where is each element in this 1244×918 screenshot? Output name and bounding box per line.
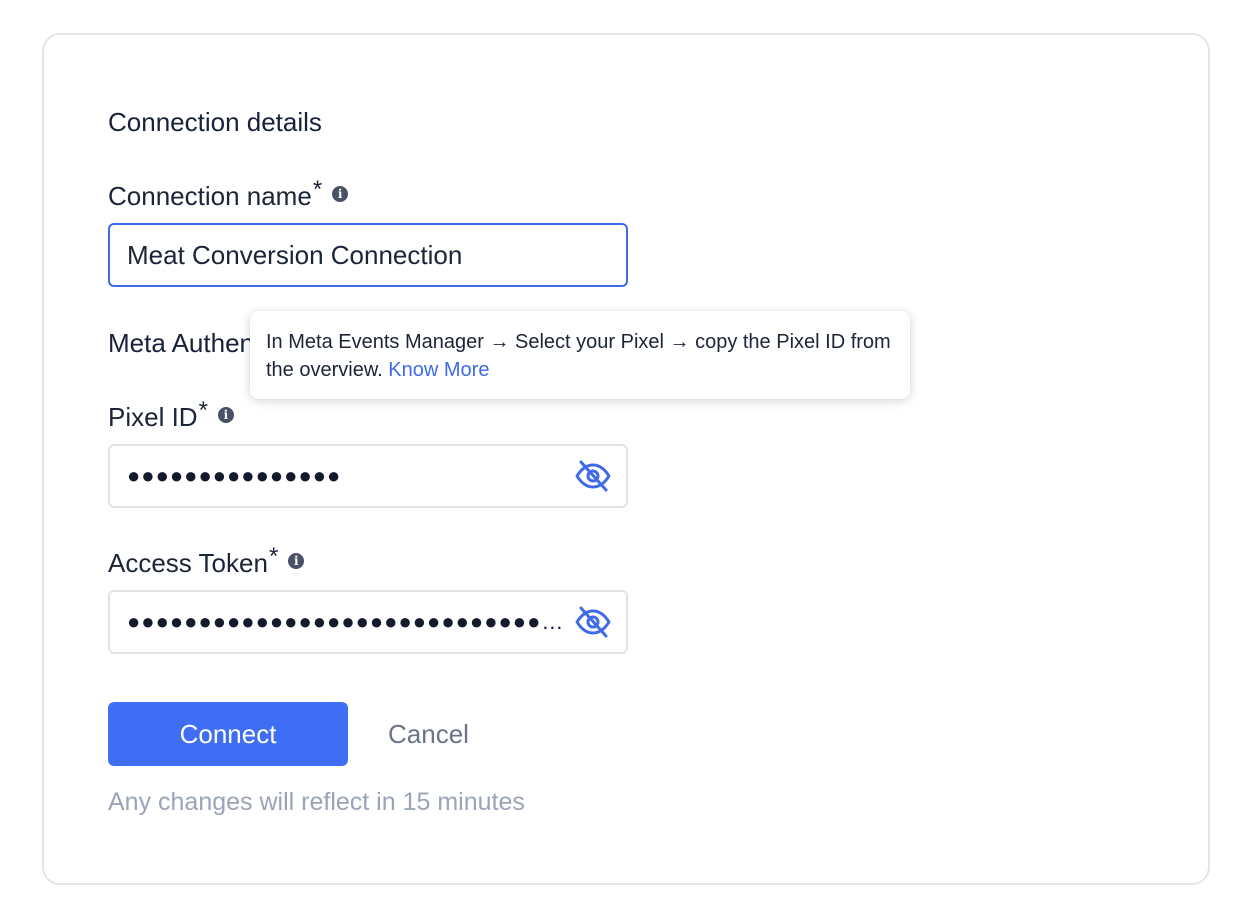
connect-button[interactable]: Connect [108, 702, 348, 766]
pixel-id-input[interactable]: ●●●●●●●●●●●●●●● [108, 444, 628, 508]
info-icon[interactable]: i [288, 553, 305, 569]
connection-name-label: Connection name * i [108, 176, 349, 214]
meta-authentication-heading: Meta Authentication [108, 328, 250, 358]
access-token-label: Access Token * i [108, 543, 305, 581]
access-token-input[interactable]: ●●●●●●●●●●●●●●●●●●●●●●●●●●●●●●●● [108, 590, 628, 654]
pixel-id-masked-value: ●●●●●●●●●●●●●●● [127, 463, 342, 488]
eye-off-icon[interactable] [574, 604, 612, 640]
connection-details-heading: Connection details [108, 107, 322, 137]
info-icon[interactable]: i [217, 407, 234, 423]
pixel-id-tooltip: In Meta Events Manager → Select your Pix… [250, 311, 910, 399]
connection-name-value: Meat Conversion Connection [127, 240, 463, 270]
pixel-id-label-text: Pixel ID [108, 402, 198, 432]
cancel-button[interactable]: Cancel [388, 702, 469, 766]
required-mark: * [268, 543, 279, 570]
pixel-id-label: Pixel ID * i [108, 397, 234, 435]
connection-name-label-text: Connection name [108, 181, 312, 211]
access-token-label-text: Access Token [108, 548, 268, 578]
connection-name-input[interactable]: Meat Conversion Connection [108, 223, 628, 287]
eye-off-icon[interactable] [574, 458, 612, 494]
access-token-masked-value: ●●●●●●●●●●●●●●●●●●●●●●●●●●●●●●●● [127, 609, 567, 634]
required-mark: * [198, 397, 208, 424]
required-mark: * [312, 176, 323, 203]
know-more-link[interactable]: Know More [388, 359, 489, 381]
info-icon[interactable]: i [332, 186, 349, 202]
tooltip-text: In Meta Events Manager → Select your Pix… [266, 331, 891, 381]
changes-hint: Any changes will reflect in 15 minutes [108, 788, 525, 816]
